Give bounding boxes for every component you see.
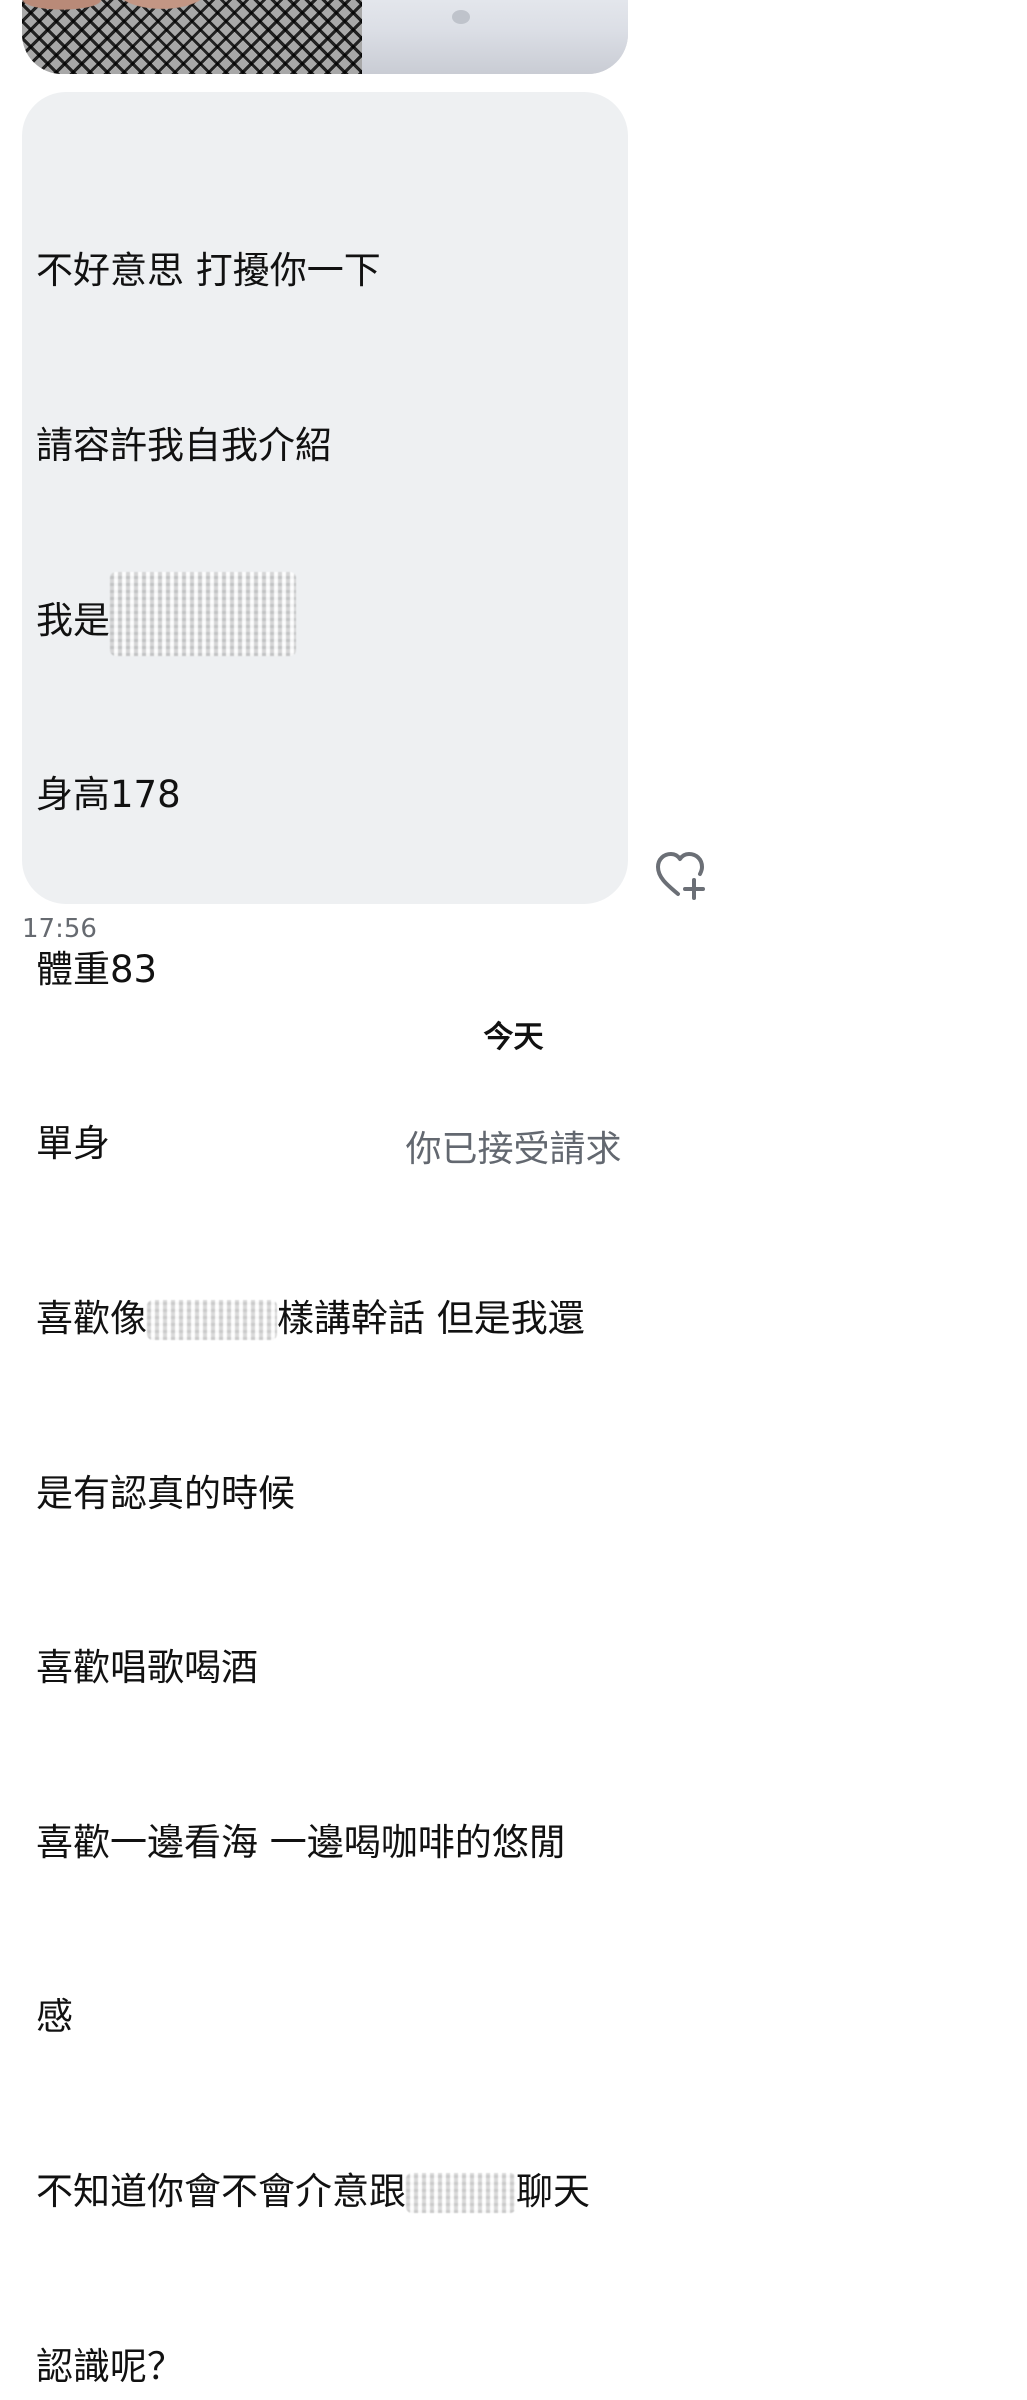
message-line-text: 喜歡像 <box>36 1296 147 1340</box>
message-timestamp: 17:56 <box>22 914 97 944</box>
message-line: 喜歡像 樣講幹話 但是我還 <box>36 1290 636 1348</box>
message-line: 請容許我自我介紹 <box>36 424 332 467</box>
message-text: 不好意思 打擾你一下 請容許我自我介紹 我是 身高178 體重83 單身 喜歡像… <box>36 126 636 2400</box>
heart-plus-icon[interactable] <box>654 850 710 900</box>
message-line-text: 聊天 <box>516 2169 590 2213</box>
redacted-text <box>147 1300 277 1341</box>
message-line-text: 我是 <box>36 598 110 642</box>
message-line: 身高178 <box>36 773 181 817</box>
date-divider: 今天 <box>483 1020 544 1055</box>
message-line: 認識呢？ <box>36 2344 184 2388</box>
message-line-text: 不知道你會不會介意跟 <box>36 2169 406 2213</box>
message-line: 是有認真的時候 <box>36 1471 295 1515</box>
system-note: 你已接受請求 <box>405 1129 622 1170</box>
message-line: 我是 <box>36 571 636 656</box>
message-line: 不好意思 打擾你一下 <box>36 249 381 293</box>
message-line-text: 樣講幹話 但是我還 <box>277 1296 585 1340</box>
photo-message[interactable] <box>22 0 628 74</box>
message-line: 喜歡一邊看海 一邊喝咖啡的悠閒 <box>36 1820 566 1864</box>
message-line: 喜歡唱歌喝酒 <box>36 1646 258 1690</box>
redacted-text <box>406 2173 516 2214</box>
message-line: 體重83 <box>36 947 158 991</box>
redacted-name <box>110 571 296 656</box>
photo-left-part <box>22 0 362 74</box>
message-line: 不知道你會不會介意跟 聊天 <box>36 2163 636 2221</box>
message-line: 感 <box>36 1995 73 2039</box>
photo-right-part <box>362 0 628 74</box>
